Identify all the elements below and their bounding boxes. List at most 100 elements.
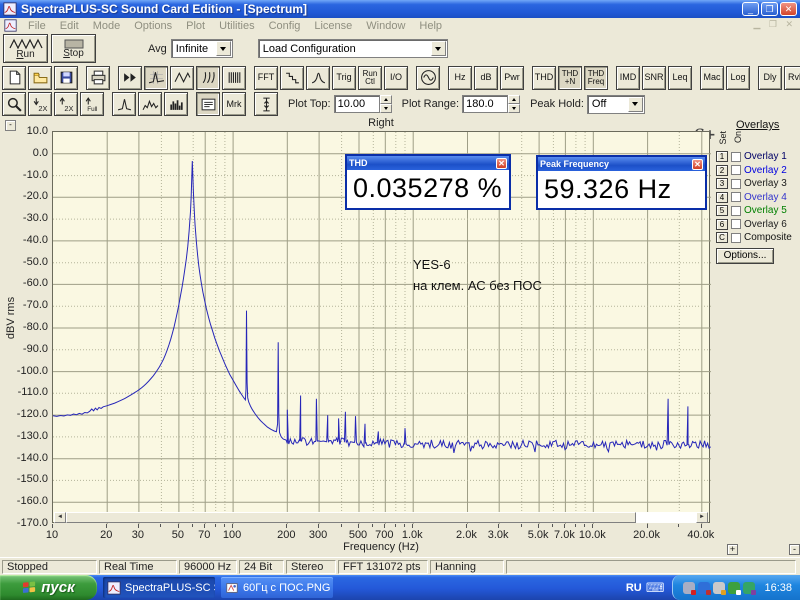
menu-mode[interactable]: Mode [86,19,128,33]
thd-meter-titlebar[interactable]: THD ✕ [347,156,509,170]
mdi-window-buttons[interactable]: ▁ ❐ ✕ [753,19,796,30]
bar-plot-button[interactable] [164,92,188,116]
overlays-title[interactable]: Overlays [736,119,800,131]
zoom-out-2x-button[interactable]: 2X [54,92,78,116]
io-button[interactable]: I/O [384,65,408,90]
minimize-button[interactable]: _ [742,2,759,16]
overlay-set-button-1[interactable]: 1 [716,151,728,162]
task-button-1[interactable]: 60Гц с ПОС.PNG - Paint [221,577,333,598]
avg-select[interactable]: Infinite [170,39,233,58]
peak-hold-select[interactable]: Off [586,94,645,114]
generator-button[interactable] [416,65,440,90]
smoothing-button[interactable] [306,65,330,90]
close-icon[interactable]: ✕ [496,157,507,169]
line-plot-button[interactable] [138,92,162,116]
hz-button[interactable]: Hz [448,65,472,90]
menu-license[interactable]: License [307,19,359,33]
scroll-right-icon[interactable]: ► [696,512,708,523]
legend-button[interactable] [196,92,220,116]
document-icon[interactable] [4,19,17,32]
snr-button[interactable]: SNR [642,65,666,90]
overlay-set-button-4[interactable]: 4 [716,191,728,203]
leq-button[interactable]: Leq [668,65,692,90]
menu-utilities[interactable]: Utilities [212,19,261,33]
overlay-set-button-5[interactable]: 5 [716,205,728,216]
overlay-on-checkbox-3[interactable] [731,178,741,189]
close-button[interactable]: ✕ [780,2,797,16]
peak-frequency-titlebar[interactable]: Peak Frequency ✕ [538,157,705,171]
menu-help[interactable]: Help [412,19,449,33]
plot-range-spinner[interactable] [508,95,521,113]
scheduler-icon[interactable] [713,581,727,595]
keyboard-icon[interactable]: ⌨ [646,580,665,596]
plot-top-input[interactable] [333,95,380,113]
scroll-thumb[interactable] [66,512,636,523]
menu-file[interactable]: File [21,19,53,33]
spectrum-view-button[interactable] [144,65,168,90]
overlay-on-checkbox-6[interactable] [731,219,741,229]
title-bar[interactable]: SpectraPLUS-SC Sound Card Edition - [Spe… [0,0,800,18]
open-button[interactable] [28,65,52,90]
stop-button[interactable]: Stop [51,34,96,63]
mac-button[interactable]: Mac [700,65,724,90]
thd-n-button[interactable]: THD +N [558,65,582,90]
display-error-icon[interactable] [683,581,697,595]
print-button[interactable] [86,65,110,90]
load-configuration-select[interactable]: Load Configuration [257,39,448,58]
restore-button[interactable]: ❐ [761,2,778,16]
phase-view-button[interactable] [170,65,194,90]
menu-options[interactable]: Options [127,19,179,33]
zoom-button[interactable] [2,92,26,116]
scaling-button[interactable] [280,65,304,90]
dly-button[interactable]: Dly [758,65,782,90]
overlay-set-button-3[interactable]: 3 [716,178,728,189]
chevron-down-icon[interactable] [215,41,231,56]
overlay-on-checkbox-2[interactable] [731,165,741,175]
zoom-in-button[interactable]: + [727,544,738,555]
language-indicator[interactable]: RU [626,582,642,594]
rvb-button[interactable]: Rvb [784,65,800,90]
surface-view-button[interactable] [196,65,220,90]
task-button-0[interactable]: SpectraPLUS-SC Sou... [103,577,215,598]
plot-horizontal-scrollbar[interactable]: ◄ ► [54,512,708,523]
overlay-on-checkbox-5[interactable] [731,205,741,216]
plot-top-spinner[interactable] [379,95,392,113]
pwr-button[interactable]: Pwr [500,65,524,90]
menu-config[interactable]: Config [262,19,308,33]
overlay-on-checkbox-1[interactable] [731,151,741,162]
cursor-button[interactable] [254,92,278,116]
save-button[interactable] [54,65,78,90]
plot-range-input[interactable] [462,95,509,113]
volume-icon[interactable] [743,581,757,595]
start-button[interactable]: пуск [0,575,97,600]
thd-button[interactable]: THD [532,65,556,90]
menu-window[interactable]: Window [359,19,412,33]
imd-button[interactable]: IMD [616,65,640,90]
spectrogram-view-button[interactable] [222,65,246,90]
zoom-out-full-button[interactable]: Full [80,92,104,116]
overlays-options-button[interactable]: Options... [716,248,774,264]
db-button[interactable]: dB [474,65,498,90]
time-series-button[interactable] [118,65,142,90]
messenger-icon[interactable] [698,581,712,595]
run-control-button[interactable]: Run Ctl [358,65,382,90]
thd-freq-button[interactable]: THD Freq [584,65,608,90]
chevron-down-icon[interactable] [627,96,643,112]
marker-button[interactable]: Mrk [222,92,246,116]
thd-meter-window[interactable]: THD ✕ 0.035278 % [345,154,511,210]
overlay-set-button-6[interactable]: 6 [716,218,728,230]
close-icon[interactable]: ✕ [692,158,703,170]
scroll-left-icon[interactable]: ◄ [54,512,66,523]
run-button[interactable]: Run [3,34,48,63]
trigger-button[interactable]: Trig [332,65,356,90]
peak-plot-button[interactable] [112,92,136,116]
log-button[interactable]: Log [726,65,750,90]
overlay-on-checkbox-C[interactable] [731,232,741,243]
overlay-set-button-2[interactable]: 2 [716,164,728,176]
zoom-in-2x-button[interactable]: 2X [28,92,52,116]
fft-button[interactable]: FFT [254,65,278,90]
zoom-out-button[interactable]: - [789,544,800,555]
menu-plot[interactable]: Plot [179,19,212,33]
new-button[interactable] [2,65,26,90]
overlay-set-button-C[interactable]: C [716,232,728,243]
